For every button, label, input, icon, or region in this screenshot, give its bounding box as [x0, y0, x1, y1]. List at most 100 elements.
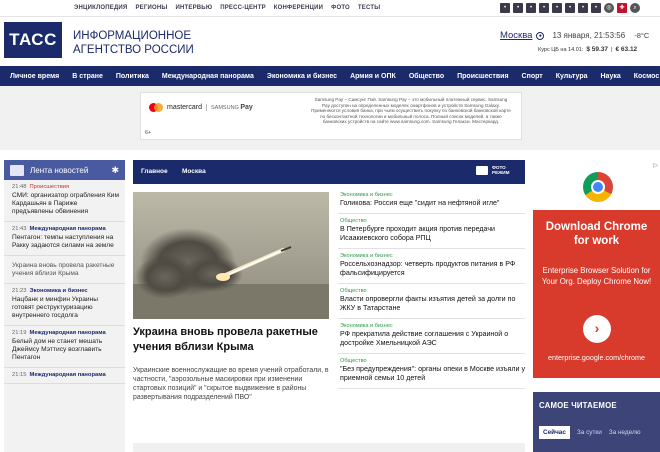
photo-icon [476, 165, 488, 175]
feed-item[interactable]: 21:15 Международная панорама [4, 368, 125, 384]
feed-item-text[interactable]: Белый дом не станет мешать Джеймсу Мэтти… [12, 338, 119, 362]
rates-label: Курс ЦБ на 14.01: [538, 46, 584, 53]
tab-day[interactable]: За сутки [577, 429, 602, 436]
nav-item-culture[interactable]: Культура [556, 73, 588, 80]
gear-icon[interactable]: ✱ [111, 165, 119, 176]
mastercard-label: mastercard [167, 104, 203, 111]
news-title[interactable]: РФ прекратила действие соглашения с Укра… [340, 330, 525, 348]
tass-logo[interactable]: ТАСС [4, 22, 62, 58]
samsung-pay-ad[interactable]: mastercard SAMSUNG Pay Samsung Pay – Сам… [140, 92, 522, 140]
chrome-ad-body: Download Chrome for work Enterprise Brow… [533, 210, 660, 378]
news-title[interactable]: В Петербурге проходит акция против перед… [340, 225, 525, 243]
main-tabs: Главное Москва ФОТО РЕЖИМ [133, 160, 525, 184]
feed-category[interactable]: Экономика и бизнес [30, 288, 88, 294]
mastercard-icon [149, 103, 163, 112]
nav-item-science[interactable]: Наука [601, 73, 621, 80]
chrome-ad[interactable]: ▷ Download Chrome for work Enterprise Br… [533, 160, 660, 388]
nav-item-society[interactable]: Общество [409, 73, 444, 80]
nav-item-army[interactable]: Армия и ОПК [350, 73, 396, 80]
feed-item[interactable]: 21:43 Международная панорама Пентагон: те… [4, 222, 125, 256]
top-link-regions[interactable]: РЕГИОНЫ [135, 5, 167, 11]
tab-week[interactable]: За неделю [609, 429, 641, 436]
nav-item-economy[interactable]: Экономика и бизнес [267, 73, 337, 80]
feed-category[interactable]: Международная панорама [30, 372, 106, 378]
news-category[interactable]: Экономика и бизнес [340, 192, 525, 198]
top-link-interviews[interactable]: ИНТЕРВЬЮ [175, 5, 212, 11]
social-icon-5[interactable]: • [552, 3, 562, 13]
language-globe-icon[interactable]: ◎ [604, 3, 614, 13]
top-link-press-center[interactable]: ПРЕСС-ЦЕНТР [220, 5, 266, 11]
news-item[interactable]: Экономика и бизнес Голикова: Россия еще … [338, 192, 525, 214]
news-item[interactable]: Общество "Без предупреждения": органы оп… [338, 358, 525, 389]
nav-item-space[interactable]: Космос [634, 73, 660, 80]
news-title[interactable]: "Без предупреждения": органы опеки в Мос… [340, 365, 525, 383]
social-icon-1[interactable]: • [500, 3, 510, 13]
top-link-conferences[interactable]: КОНФЕРЕНЦИИ [274, 5, 323, 11]
ad-choices-icon[interactable]: ▷ [653, 162, 658, 169]
news-category[interactable]: Общество [340, 218, 525, 224]
headline-lead: Украинские военнослужащие во время учени… [133, 367, 329, 401]
news-title[interactable]: Россельхознадзор: четверть продуктов пит… [340, 260, 525, 278]
tab-now[interactable]: Сейчас [539, 426, 570, 439]
feed-time: 21:19 [12, 330, 27, 336]
top-link-photo[interactable]: ФОТО [331, 5, 350, 11]
nav-item-personal[interactable]: Личное время [10, 73, 59, 80]
feed-category[interactable]: Международная панорама [30, 330, 106, 336]
social-icon-4[interactable]: • [539, 3, 549, 13]
top-link-tests[interactable]: ТЕСТЫ [358, 5, 380, 11]
social-icon-2[interactable]: • [513, 3, 523, 13]
news-item[interactable]: Общество В Петербурге проходит акция про… [338, 218, 525, 249]
city-selector[interactable]: Москва [500, 30, 532, 41]
language-flag-icon[interactable]: ✚ [617, 3, 627, 13]
social-icon-6[interactable]: • [565, 3, 575, 13]
location-icon[interactable]: ● [536, 31, 545, 40]
chrome-ad-url[interactable]: enterprise.google.com/chrome [537, 353, 656, 362]
news-category[interactable]: Общество [340, 358, 525, 364]
social-icon-7[interactable]: • [578, 3, 588, 13]
top-link-encyclopedia[interactable]: ЭНЦИКЛОПЕДИЯ [74, 5, 127, 11]
news-title[interactable]: Власти опровергли факты изъятия детей за… [340, 295, 525, 313]
nav-item-sport[interactable]: Спорт [522, 73, 543, 80]
news-category[interactable]: Экономика и бизнес [340, 253, 525, 259]
tab-moscow[interactable]: Москва [182, 168, 206, 175]
feed-category[interactable]: Происшествия [30, 184, 70, 190]
currency-rates: Курс ЦБ на 14.01: $ 59.37 | € 63.12 [538, 46, 637, 53]
feed-item-text[interactable]: Пентагон: темпы наступления на Ракку зад… [12, 234, 119, 250]
feed-item-meta: 21:15 Международная панорама [12, 372, 119, 378]
news-item[interactable]: Экономика и бизнес Россельхознадзор: чет… [338, 253, 525, 284]
search-icon[interactable]: ⌕ [630, 3, 640, 13]
nav-item-country[interactable]: В стране [72, 73, 103, 80]
news-category[interactable]: Экономика и бизнес [340, 323, 525, 329]
social-icon-8[interactable]: • [591, 3, 601, 13]
main-nav: Личное время В стране Политика Междунаро… [0, 66, 660, 86]
feed-item[interactable]: 21:48 Происшествия СМИ: организатор ограб… [4, 180, 125, 222]
chrome-ad-subtext: Enterprise Browser Solution for Your Org… [541, 266, 652, 286]
feed-category[interactable]: Международная панорама [30, 226, 106, 232]
feed-item-text[interactable]: Украина вновь провела ракетные учения вб… [12, 262, 119, 278]
photo-mode-toggle[interactable]: ФОТО РЕЖИМ [476, 165, 509, 175]
feed-item[interactable]: 21:23 Экономика и бизнес Нацбанк и минфин… [4, 284, 125, 326]
feed-item[interactable]: 21:19 Международная панорама Белый дом не… [4, 326, 125, 368]
missile-launch-image [133, 192, 329, 319]
tab-main[interactable]: Главное [141, 168, 168, 175]
nav-item-world[interactable]: Международная панорама [162, 73, 254, 80]
news-title[interactable]: Голикова: Россия еще "сидит на нефтяной … [340, 199, 525, 208]
chrome-ad-arrow-button[interactable]: › [583, 315, 611, 343]
photo-mode-label: ФОТО РЕЖИМ [492, 165, 509, 175]
samsung-label: SAMSUNG [211, 105, 239, 111]
feed-item-text[interactable]: СМИ: организатор ограбления Ким Кардашья… [12, 192, 119, 216]
location-weather: Москва ● 13 января, 21:53:56 -8°C [500, 30, 649, 41]
headline-photo[interactable] [133, 192, 329, 319]
nav-item-incidents[interactable]: Происшествия [457, 73, 508, 80]
ad-disclaimer: Samsung Pay – Самсунг Пэй. Samsung Pay –… [311, 97, 511, 125]
news-category[interactable]: Общество [340, 288, 525, 294]
feed-header: Лента новостей ✱ [4, 160, 125, 180]
news-item[interactable]: Общество Власти опровергли факты изъятия… [338, 288, 525, 319]
feed-item[interactable]: Украина вновь провела ракетные учения вб… [4, 256, 125, 284]
rate-divider: | [611, 46, 613, 53]
news-item[interactable]: Экономика и бизнес РФ прекратила действи… [338, 323, 525, 354]
feed-item-text[interactable]: Нацбанк и минфин Украины готовят реструк… [12, 296, 119, 320]
social-icon-3[interactable]: • [526, 3, 536, 13]
headline-title[interactable]: Украина вновь провела ракетные учения вб… [133, 325, 333, 355]
nav-item-politics[interactable]: Политика [116, 73, 149, 80]
